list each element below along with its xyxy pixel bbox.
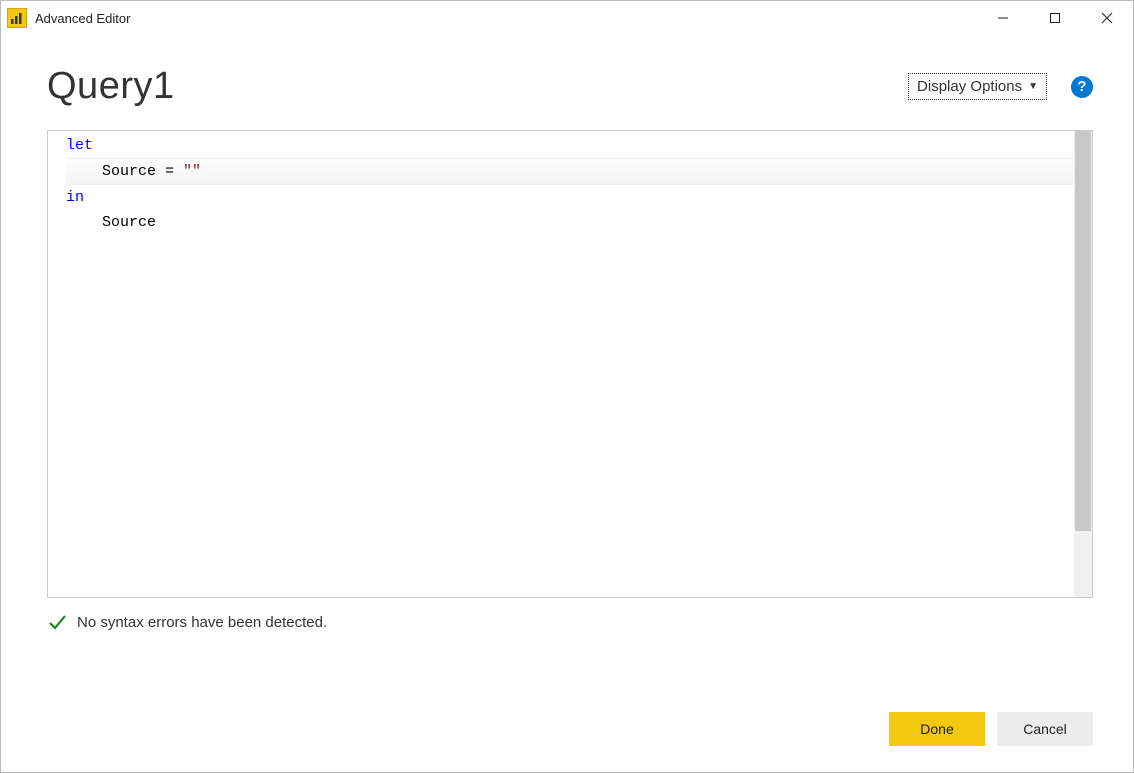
checkmark-icon — [47, 612, 67, 632]
header-row: Query1 Display Options ▼ ? — [47, 65, 1093, 108]
dialog-footer: Done Cancel — [47, 688, 1093, 748]
close-button[interactable] — [1081, 1, 1133, 35]
help-icon[interactable]: ? — [1071, 76, 1093, 98]
code-editor[interactable]: let Source = "" in Source — [47, 130, 1093, 598]
code-area[interactable]: let Source = "" in Source — [66, 131, 1092, 597]
titlebar: Advanced Editor — [1, 1, 1133, 35]
code-identifier: Source — [102, 214, 156, 231]
scrollbar-thumb[interactable] — [1075, 131, 1091, 531]
code-string-literal: "" — [183, 163, 201, 180]
maximize-button[interactable] — [1029, 1, 1081, 35]
code-identifier: Source = — [102, 163, 183, 180]
editor-gutter — [48, 131, 66, 597]
display-options-dropdown[interactable]: Display Options ▼ — [908, 73, 1047, 100]
code-keyword-in: in — [66, 189, 84, 206]
vertical-scrollbar[interactable] — [1074, 131, 1092, 597]
display-options-label: Display Options — [917, 78, 1022, 95]
chevron-down-icon: ▼ — [1028, 81, 1038, 92]
window-controls — [977, 1, 1133, 35]
status-message: No syntax errors have been detected. — [77, 614, 327, 631]
status-bar: No syntax errors have been detected. — [47, 612, 1093, 632]
cancel-button[interactable]: Cancel — [997, 712, 1093, 746]
query-name-heading: Query1 — [47, 65, 175, 108]
code-keyword-let: let — [66, 137, 93, 154]
content-area: Query1 Display Options ▼ ? let Source = … — [1, 35, 1133, 772]
done-button[interactable]: Done — [889, 712, 985, 746]
window-title: Advanced Editor — [35, 11, 130, 26]
minimize-button[interactable] — [977, 1, 1029, 35]
app-icon — [7, 8, 27, 28]
advanced-editor-window: Advanced Editor Query1 Display Options ▼ — [0, 0, 1134, 773]
